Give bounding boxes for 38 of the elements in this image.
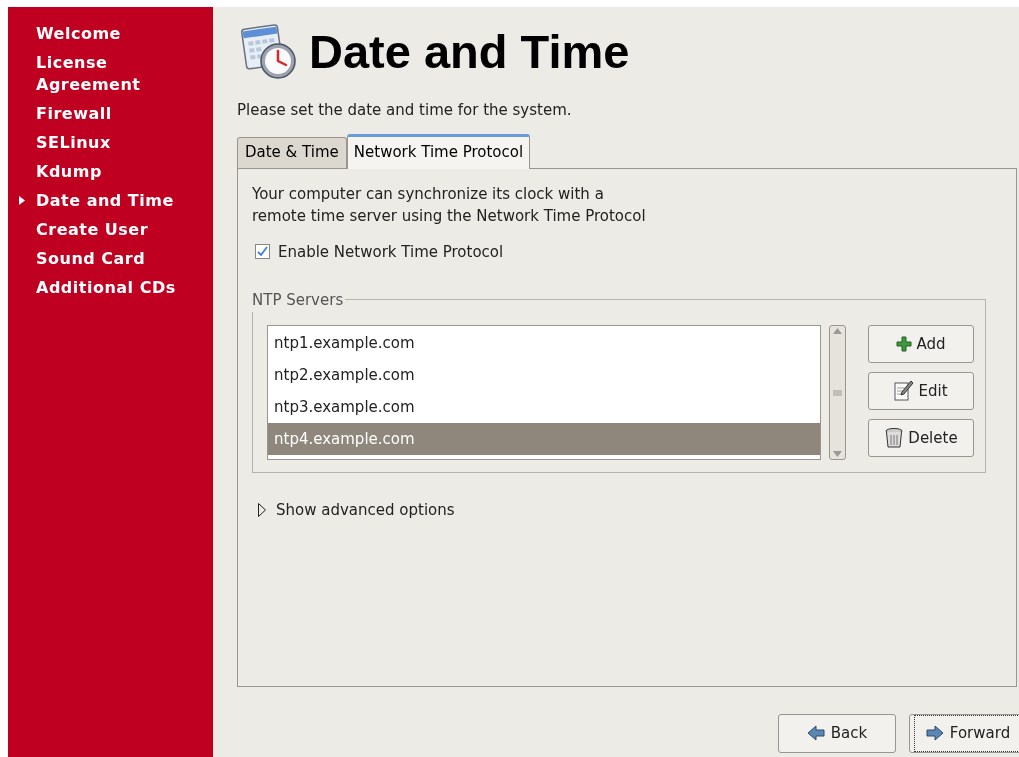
grip-icon[interactable]	[833, 389, 842, 396]
left-arrow-icon	[806, 725, 825, 741]
edit-button[interactable]: Edit	[868, 372, 974, 410]
intro-text: Please set the date and time for the system.	[237, 100, 573, 121]
sidebar-item[interactable]: Firewall	[36, 103, 196, 125]
advanced-options-expander[interactable]: Show advanced options	[258, 499, 1016, 522]
sidebar-item[interactable]: Additional CDs	[36, 277, 196, 299]
sidebar-item[interactable]: Sound Card	[36, 248, 196, 270]
sidebar-item[interactable]: Create User	[36, 219, 196, 241]
sidebar-item[interactable]: License Agreement	[36, 52, 196, 96]
server-row[interactable]: ntp4.example.com	[268, 423, 820, 455]
arrow-marker-icon	[19, 196, 25, 205]
forward-button[interactable]: Forward	[909, 713, 1019, 753]
scroll-down-icon[interactable]	[833, 451, 842, 457]
plus-icon	[896, 336, 913, 352]
tab[interactable]: Date & Time	[237, 136, 347, 168]
server-row[interactable]: ntp1.example.com	[268, 327, 820, 359]
sidebar-item[interactable]: SELinux	[36, 132, 196, 154]
expander-triangle-icon	[258, 503, 266, 518]
calendar-clock-icon	[241, 21, 299, 81]
sidebar-item[interactable]: Welcome	[36, 23, 196, 45]
sidebar-item[interactable]: Date and Time	[36, 190, 196, 212]
checkbox[interactable]	[255, 244, 270, 260]
tab[interactable]: Network Time Protocol	[346, 133, 531, 169]
scroll-up-icon[interactable]	[833, 328, 842, 334]
pencil-note-icon	[894, 380, 915, 402]
trash-icon	[884, 427, 905, 449]
page-title: Date and Time	[309, 27, 630, 75]
checkbox-label: Enable Network Time Protocol	[278, 241, 504, 263]
back-button[interactable]: Back	[778, 713, 896, 753]
delete-button[interactable]: Delete	[868, 419, 974, 457]
add-button[interactable]: Add	[868, 325, 974, 363]
scrollbar[interactable]	[829, 325, 846, 460]
server-row[interactable]: ntp3.example.com	[268, 391, 820, 423]
right-arrow-icon	[925, 725, 944, 741]
sidebar-item[interactable]: Kdump	[36, 161, 196, 183]
description-text: Your computer can synchronize its clock with a remote time server using the Network Time Protocol	[252, 183, 647, 227]
server-row[interactable]: ntp2.example.com	[268, 359, 820, 391]
